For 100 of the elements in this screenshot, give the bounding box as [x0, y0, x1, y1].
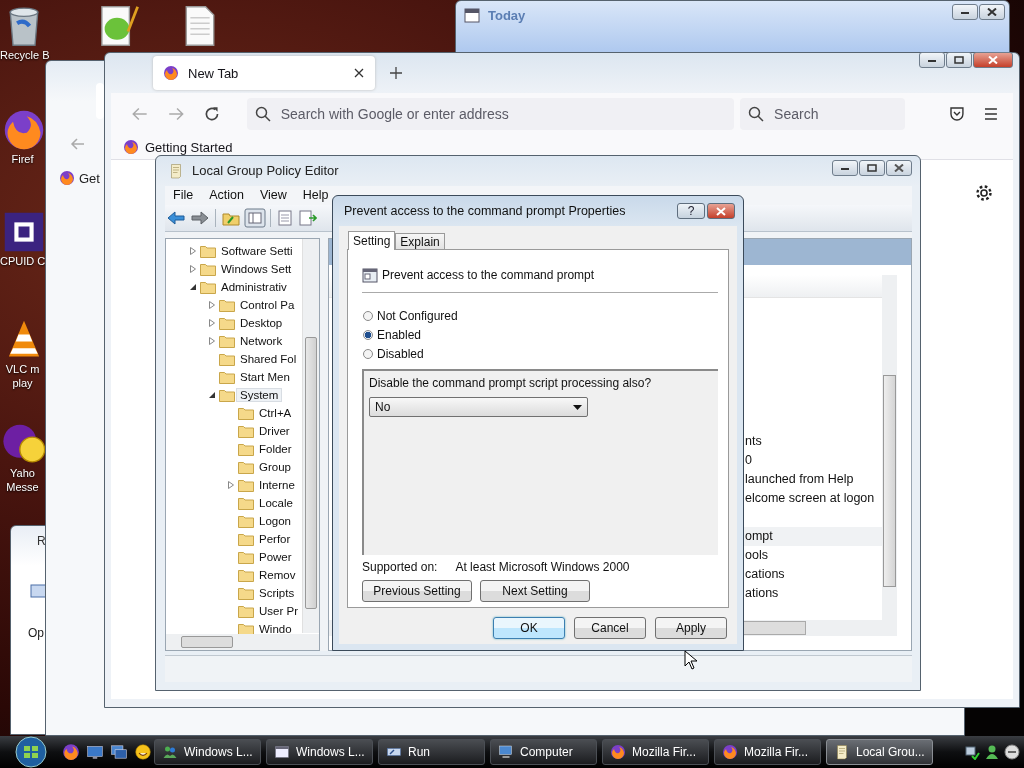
tree-item[interactable]: Interne — [259, 478, 295, 491]
close-button[interactable] — [973, 52, 1013, 68]
tab[interactable]: Setting — [348, 231, 396, 250]
supported-label: Supported on: — [362, 559, 438, 574]
tab[interactable]: Explain — [395, 233, 445, 249]
tree-item[interactable]: Windows Sett — [221, 262, 292, 275]
folder-icon — [238, 459, 254, 474]
pocket-icon[interactable] — [949, 106, 966, 122]
start-button[interactable] — [12, 736, 50, 768]
expand-arrow-icon[interactable] — [189, 282, 197, 291]
tree-item[interactable]: Perfor — [259, 532, 291, 545]
expand-arrow-icon[interactable] — [208, 390, 216, 399]
chip-icon[interactable] — [2, 210, 46, 254]
taskbar-button[interactable]: Mozilla Fir... — [714, 739, 821, 765]
tree-toggle-icon[interactable] — [244, 208, 266, 229]
back-arrow-icon[interactable] — [167, 210, 185, 227]
browser-icon[interactable] — [2, 108, 46, 152]
tree-item[interactable]: Ctrl+A — [259, 406, 292, 419]
settings-icon[interactable] — [975, 184, 993, 202]
search-field[interactable]: Search — [740, 98, 906, 130]
nav-button[interactable]: Previous Setting — [362, 580, 472, 602]
radio-label: Disabled — [377, 346, 424, 361]
menu-item[interactable]: Help — [302, 188, 329, 203]
taskbar-button[interactable]: Mozilla Fir... — [602, 739, 709, 765]
supported-value: At least Microsoft Windows 2000 — [455, 559, 630, 574]
taskbar-button[interactable]: Run — [378, 739, 485, 765]
chat-icon[interactable] — [2, 422, 46, 466]
tree-item[interactable]: Group — [259, 460, 291, 473]
network-icon[interactable] — [964, 744, 980, 760]
maximize-button[interactable] — [946, 52, 972, 68]
browser-icon[interactable] — [62, 743, 80, 761]
menu-item[interactable]: Action — [209, 188, 244, 203]
tree-item[interactable]: Administrativ — [221, 280, 287, 293]
dialog-button[interactable]: OK — [493, 617, 565, 639]
taskbar-button[interactable]: Windows L... — [154, 739, 261, 765]
folder-up-icon[interactable] — [222, 210, 240, 227]
taskbar-button[interactable]: Computer — [490, 739, 597, 765]
taskbar-button[interactable]: Windows L... — [266, 739, 373, 765]
menu-icon[interactable] — [983, 106, 999, 122]
dialog-button[interactable]: Cancel — [574, 617, 646, 639]
tree-item[interactable]: Folder — [259, 442, 292, 455]
windows-stack-icon[interactable] — [110, 743, 128, 761]
help-button[interactable]: ? — [677, 203, 705, 219]
tree-item[interactable]: Scripts — [259, 586, 295, 599]
close-icon[interactable] — [353, 67, 365, 79]
tree-item[interactable]: Remov — [259, 568, 296, 581]
list-row[interactable]: ools — [744, 545, 882, 565]
nav-button[interactable]: Next Setting — [480, 580, 590, 602]
list-row[interactable]: elcome screen at logon — [744, 488, 882, 508]
dialog-button[interactable]: Apply — [655, 617, 727, 639]
list-row[interactable]: nts — [744, 431, 882, 451]
plus-icon[interactable] — [389, 66, 403, 80]
taskbar-button[interactable]: Local Grou... — [826, 739, 933, 765]
tree-item[interactable]: Start Men — [240, 370, 290, 383]
user-icon[interactable] — [984, 744, 1000, 760]
maximize-button[interactable] — [859, 159, 885, 176]
close-button[interactable] — [707, 203, 735, 219]
close-button[interactable] — [979, 4, 1005, 20]
forward-arrow-icon[interactable] — [191, 210, 209, 227]
list-row[interactable]: ompt — [744, 526, 882, 546]
scrollbar[interactable] — [166, 634, 319, 651]
tree-item[interactable]: User Pr — [259, 604, 298, 617]
tree-item[interactable]: System — [236, 387, 283, 402]
status-icon[interactable] — [1004, 744, 1020, 760]
monitor-icon[interactable] — [86, 743, 104, 761]
tree-item[interactable]: Power — [259, 550, 292, 563]
tree-item[interactable]: Windo — [259, 622, 292, 635]
close-button[interactable] — [886, 159, 912, 176]
bookmark-link[interactable]: Getting Started — [145, 139, 233, 155]
mouse-pointer-icon — [684, 650, 698, 670]
tree-item[interactable]: Software Setti — [221, 244, 293, 257]
list-row[interactable]: launched from Help — [744, 469, 882, 489]
tree-item[interactable]: Network — [240, 334, 283, 347]
tree-item[interactable]: Logon — [259, 514, 291, 527]
list-row[interactable]: cations — [744, 564, 882, 584]
export-list-icon[interactable] — [299, 210, 317, 227]
link[interactable]: Op — [28, 626, 44, 640]
minimize-button[interactable] — [832, 159, 858, 176]
scrollbar[interactable] — [882, 274, 897, 637]
bookmark-link[interactable]: Get — [79, 170, 100, 186]
scrollbar[interactable] — [302, 238, 319, 634]
radio-button[interactable] — [363, 310, 373, 321]
tree-item[interactable]: Shared Fol — [240, 352, 297, 365]
dropdown[interactable]: No — [369, 397, 588, 417]
tree-item[interactable]: Desktop — [240, 316, 283, 329]
smiley-icon[interactable] — [134, 743, 152, 761]
tree-item[interactable]: Driver — [259, 424, 290, 437]
list-row[interactable]: ations — [744, 583, 882, 603]
tree-item[interactable]: Locale — [259, 496, 293, 509]
radio-button[interactable] — [363, 348, 373, 359]
minimize-button[interactable] — [919, 52, 945, 68]
address-field[interactable]: Search with Google or enter address — [246, 98, 735, 130]
menu-item[interactable]: File — [173, 188, 194, 203]
browser-tab[interactable]: New Tab — [153, 56, 375, 90]
browser-icon — [722, 744, 738, 760]
radio-button[interactable] — [363, 329, 373, 340]
menu-item[interactable]: View — [259, 188, 287, 203]
minimize-button[interactable] — [952, 4, 978, 20]
tree-item[interactable]: Control Pa — [240, 298, 295, 311]
list-row[interactable]: 0 — [744, 450, 882, 470]
